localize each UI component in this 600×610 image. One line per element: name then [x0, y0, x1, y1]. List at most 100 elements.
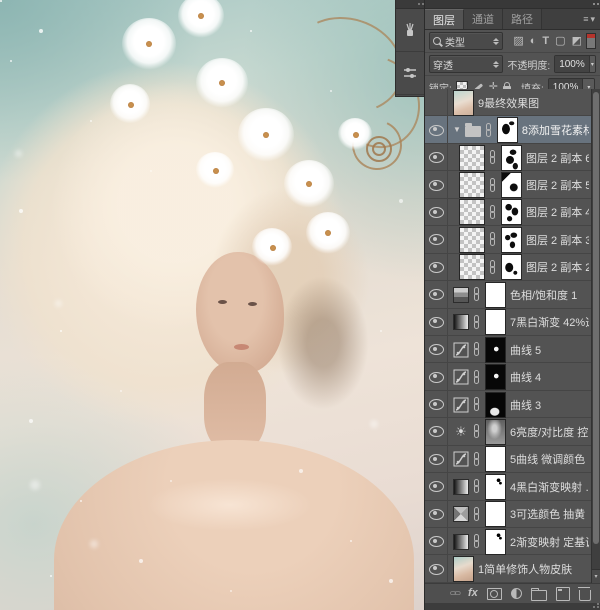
- layer-mask-thumbnail[interactable]: [485, 364, 506, 390]
- mask-link-icon[interactable]: [489, 149, 497, 166]
- gradient-map-adjustment-icon[interactable]: [453, 479, 469, 495]
- scrollbar-thumb[interactable]: [593, 92, 599, 544]
- layer-mask-thumbnail[interactable]: [485, 309, 506, 335]
- brightness-contrast-adjustment-icon[interactable]: ☀: [453, 424, 469, 440]
- tab-layers[interactable]: 图层: [425, 9, 464, 29]
- opacity-value[interactable]: 100%: [555, 56, 589, 72]
- dock-drag-handle[interactable]: [396, 0, 424, 9]
- visibility-toggle[interactable]: [425, 226, 448, 253]
- mask-link-icon[interactable]: [489, 177, 497, 194]
- layer-thumbnail[interactable]: [459, 145, 485, 171]
- curves-adjustment-icon[interactable]: [453, 397, 469, 413]
- layer-row[interactable]: 图层 2 副本 5: [425, 171, 592, 198]
- layer-mask-thumbnail[interactable]: [485, 419, 506, 445]
- layer-row-selected[interactable]: ▼ 8添加雪花素材 让…: [425, 116, 592, 143]
- layer-row[interactable]: 曲线 5: [425, 336, 592, 363]
- layer-row[interactable]: 色相/饱和度 1: [425, 281, 592, 308]
- mask-link-icon[interactable]: [473, 314, 481, 331]
- brush-panel-button[interactable]: [396, 9, 424, 52]
- layer-thumbnail[interactable]: [459, 227, 485, 253]
- curves-adjustment-icon[interactable]: [453, 369, 469, 385]
- tab-channels[interactable]: 通道: [464, 9, 503, 29]
- visibility-toggle[interactable]: [425, 418, 448, 445]
- layer-thumbnail[interactable]: [459, 254, 485, 280]
- layer-thumbnail[interactable]: [453, 90, 474, 116]
- mask-link-icon[interactable]: [489, 231, 497, 248]
- layer-row[interactable]: 1简单修饰人物皮肤: [425, 555, 592, 582]
- mask-link-icon[interactable]: [473, 451, 481, 468]
- layer-mask-thumbnail[interactable]: [501, 199, 522, 225]
- layer-row[interactable]: 9最终效果图: [425, 89, 592, 116]
- panel-menu-button[interactable]: ≡▾: [578, 9, 600, 29]
- visibility-toggle[interactable]: [425, 309, 448, 336]
- new-group-icon[interactable]: [531, 590, 547, 601]
- filter-toggle-switch[interactable]: [586, 33, 596, 49]
- hue-saturation-adjustment-icon[interactable]: [453, 287, 469, 303]
- layer-row[interactable]: 4黑白渐变映射 …: [425, 473, 592, 500]
- mask-link-icon[interactable]: [485, 122, 493, 139]
- visibility-toggle[interactable]: [425, 363, 448, 390]
- new-layer-icon[interactable]: [556, 587, 570, 601]
- mask-link-icon[interactable]: [473, 341, 481, 358]
- layer-mask-thumbnail[interactable]: [501, 145, 522, 171]
- panel-drag-handle[interactable]: [425, 0, 600, 9]
- layer-styles-icon[interactable]: fx: [468, 588, 478, 599]
- blend-mode-select[interactable]: 穿透: [429, 55, 503, 73]
- layer-row[interactable]: 图层 2 副本 3: [425, 226, 592, 253]
- visibility-toggle[interactable]: [425, 116, 448, 143]
- mask-link-icon[interactable]: [473, 423, 481, 440]
- layer-mask-thumbnail[interactable]: [501, 172, 522, 198]
- mask-link-icon[interactable]: [473, 478, 481, 495]
- document-canvas[interactable]: [0, 0, 424, 610]
- visibility-toggle[interactable]: [425, 199, 448, 226]
- filter-smart-objects-icon[interactable]: ◩: [572, 36, 582, 47]
- layer-row[interactable]: 曲线 4: [425, 363, 592, 390]
- link-layers-icon[interactable]: [449, 591, 462, 597]
- visibility-toggle[interactable]: [425, 446, 448, 473]
- filter-type-layers-icon[interactable]: T: [542, 36, 549, 47]
- layer-row[interactable]: 图层 2 副本 2: [425, 254, 592, 281]
- visibility-toggle[interactable]: [425, 281, 448, 308]
- layer-mask-thumbnail[interactable]: [485, 529, 506, 555]
- mask-link-icon[interactable]: [489, 259, 497, 276]
- tool-presets-panel-button[interactable]: [396, 52, 424, 95]
- curves-adjustment-icon[interactable]: [453, 451, 469, 467]
- layer-row[interactable]: 图层 2 副本 6: [425, 144, 592, 171]
- add-layer-mask-icon[interactable]: [487, 588, 502, 600]
- mask-link-icon[interactable]: [473, 533, 481, 550]
- layer-thumbnail[interactable]: [459, 172, 485, 198]
- selective-color-adjustment-icon[interactable]: [453, 506, 469, 522]
- scrollbar-down-arrow[interactable]: ▾: [592, 569, 600, 583]
- layer-mask-thumbnail[interactable]: [485, 446, 506, 472]
- mask-link-icon[interactable]: [473, 506, 481, 523]
- visibility-toggle[interactable]: [425, 336, 448, 363]
- layer-row[interactable]: 7黑白渐变 42%透…: [425, 309, 592, 336]
- tab-paths[interactable]: 路径: [503, 9, 542, 29]
- gradient-adjustment-icon[interactable]: [453, 314, 469, 330]
- visibility-toggle[interactable]: [425, 171, 448, 198]
- visibility-toggle[interactable]: [425, 473, 448, 500]
- visibility-toggle[interactable]: [425, 89, 448, 116]
- chevron-down-icon[interactable]: ▾: [589, 56, 595, 72]
- layer-mask-thumbnail[interactable]: [501, 227, 522, 253]
- layer-mask-thumbnail[interactable]: [501, 254, 522, 280]
- visibility-toggle[interactable]: [425, 254, 448, 281]
- filter-adjustment-layers-icon[interactable]: ◐: [530, 36, 537, 47]
- visibility-toggle[interactable]: [425, 144, 448, 171]
- new-adjustment-layer-icon[interactable]: [511, 588, 522, 599]
- visibility-toggle[interactable]: [425, 528, 448, 555]
- group-expand-icon[interactable]: ▼: [453, 126, 461, 134]
- layer-mask-thumbnail[interactable]: [485, 474, 506, 500]
- layer-mask-thumbnail[interactable]: [497, 117, 518, 143]
- opacity-field[interactable]: 100% ▾: [554, 55, 596, 73]
- visibility-toggle[interactable]: [425, 555, 448, 582]
- scrollbar[interactable]: ▾: [591, 89, 600, 583]
- mask-link-icon[interactable]: [473, 396, 481, 413]
- delete-layer-icon[interactable]: [579, 590, 591, 601]
- visibility-toggle[interactable]: [425, 391, 448, 418]
- panel-resize-grip[interactable]: [425, 603, 600, 610]
- mask-link-icon[interactable]: [489, 204, 497, 221]
- layer-row[interactable]: 图层 2 副本 4: [425, 199, 592, 226]
- mask-link-icon[interactable]: [473, 369, 481, 386]
- layer-thumbnail[interactable]: [453, 556, 474, 582]
